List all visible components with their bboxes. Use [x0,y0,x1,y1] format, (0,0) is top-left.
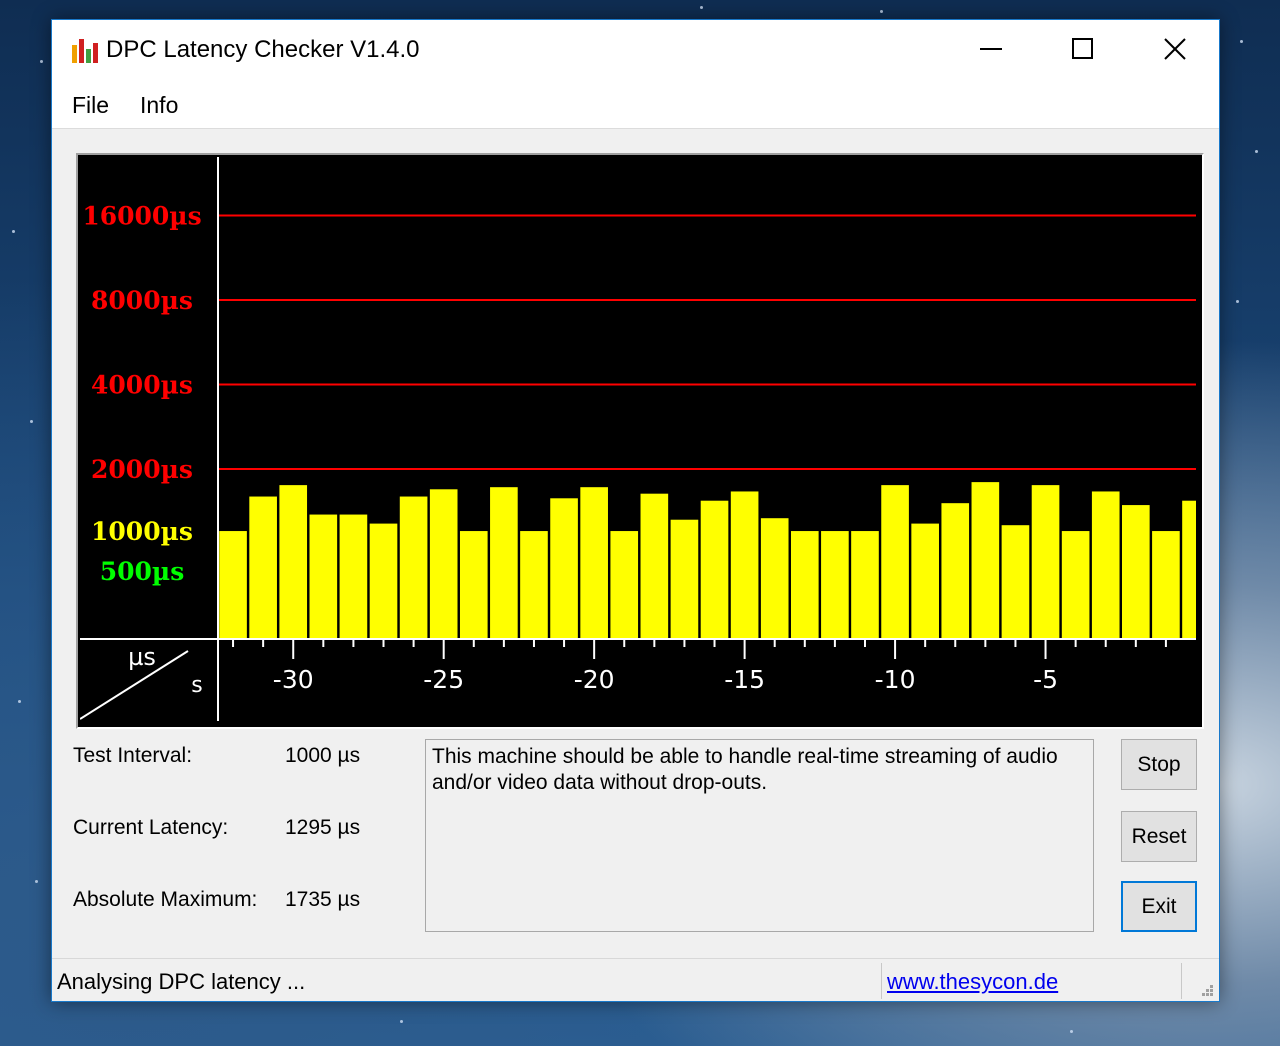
x-tick-label: -30 [273,665,314,694]
x-tick-label: -15 [724,665,765,694]
corner-x-unit: s [191,673,202,698]
latency-bar [821,531,849,639]
app-icon [72,39,98,63]
latency-bar [640,493,669,639]
star [1255,150,1258,153]
status-divider [881,963,882,999]
latency-bar [580,487,608,639]
latency-bar [369,523,398,639]
y-axis-label: 8000µs [91,286,193,315]
latency-bar [1121,505,1150,639]
absolute-maximum-label: Absolute Maximum: [73,888,258,911]
latency-bar [490,487,518,639]
star [880,10,883,13]
maximize-button[interactable] [1036,20,1128,80]
maximize-icon [1072,38,1093,59]
latency-bar [520,531,548,639]
current-latency-value: 1295 µs [285,816,361,839]
status-message-box: This machine should be able to handle re… [425,739,1094,932]
test-interval-label: Test Interval: [73,744,193,767]
window-title: DPC Latency Checker V1.4.0 [106,36,420,63]
latency-bar [1061,531,1090,639]
latency-bar [851,531,879,639]
latency-bar [1001,525,1030,639]
latency-bar [309,514,338,639]
test-interval-value: 1000 µs [285,744,361,767]
latency-bar [941,503,970,639]
star [18,700,21,703]
y-axis-label: 500µs [100,557,185,586]
latency-bar [700,500,729,639]
status-text: Analysing DPC latency ... [57,969,306,994]
corner-y-unit: µs [128,643,156,671]
star [12,230,15,233]
latency-bar [249,496,277,639]
latency-bar [881,485,909,639]
latency-bar [971,482,1000,639]
close-button[interactable] [1128,20,1220,80]
latency-bar [911,523,939,639]
latency-bar [429,489,458,639]
star [1236,300,1239,303]
status-divider [1181,963,1182,999]
status-bar: Analysing DPC latency ... www.thesycon.d… [52,958,1219,1003]
latency-bar [610,531,639,639]
latency-bar [760,518,789,639]
absolute-maximum-value: 1735 µs [285,888,361,911]
latency-chart: 16000µs 8000µs 4000µs 2000µs 1000µs 500µs -30 -… [76,153,1204,729]
star [1240,40,1243,43]
star [35,880,38,883]
latency-bar [1031,485,1060,639]
latency-bar [1091,491,1120,639]
x-tick-label: -25 [423,665,464,694]
star [40,60,43,63]
minimize-button[interactable] [944,20,1036,80]
latency-bar [219,531,247,639]
star [700,6,703,9]
latency-bar [399,496,428,639]
minimize-icon [980,48,1002,50]
latency-bar [550,498,578,639]
latency-bar [1152,531,1180,639]
star [30,420,33,423]
y-axis-label: 1000µs [91,517,193,546]
latency-bar [1182,500,1196,639]
latency-bar [339,514,368,639]
menu-info[interactable]: Info [140,92,178,119]
x-tick-label: -20 [574,665,615,694]
latency-bar [670,519,699,639]
website-link[interactable]: www.thesycon.de [887,969,1058,995]
stop-button[interactable]: Stop [1121,739,1197,790]
latency-chart-svg: 16000µs 8000µs 4000µs 2000µs 1000µs 500µs -30 -… [80,157,1196,721]
latency-bar [730,491,759,639]
y-axis-label: 4000µs [91,371,193,400]
latency-bar [459,531,488,639]
exit-button[interactable]: Exit [1121,881,1197,932]
menu-bar: File Info [52,82,1219,129]
latency-bar [279,485,308,639]
latency-bar [790,531,819,639]
y-axis-label: 2000µs [91,455,193,484]
resize-grip-icon[interactable] [1198,981,1214,997]
star [1070,1030,1073,1033]
current-latency-label: Current Latency: [73,816,229,839]
menu-file[interactable]: File [72,92,109,119]
reset-button[interactable]: Reset [1121,811,1197,862]
star [400,1020,403,1023]
y-axis-label: 16000µs [82,202,201,231]
x-tick-label: -10 [875,665,916,694]
app-window: DPC Latency Checker V1.4.0 File Info 160… [51,19,1220,1002]
title-bar[interactable]: DPC Latency Checker V1.4.0 [52,20,1219,82]
x-tick-label: -5 [1033,665,1058,694]
close-icon [1164,38,1186,60]
